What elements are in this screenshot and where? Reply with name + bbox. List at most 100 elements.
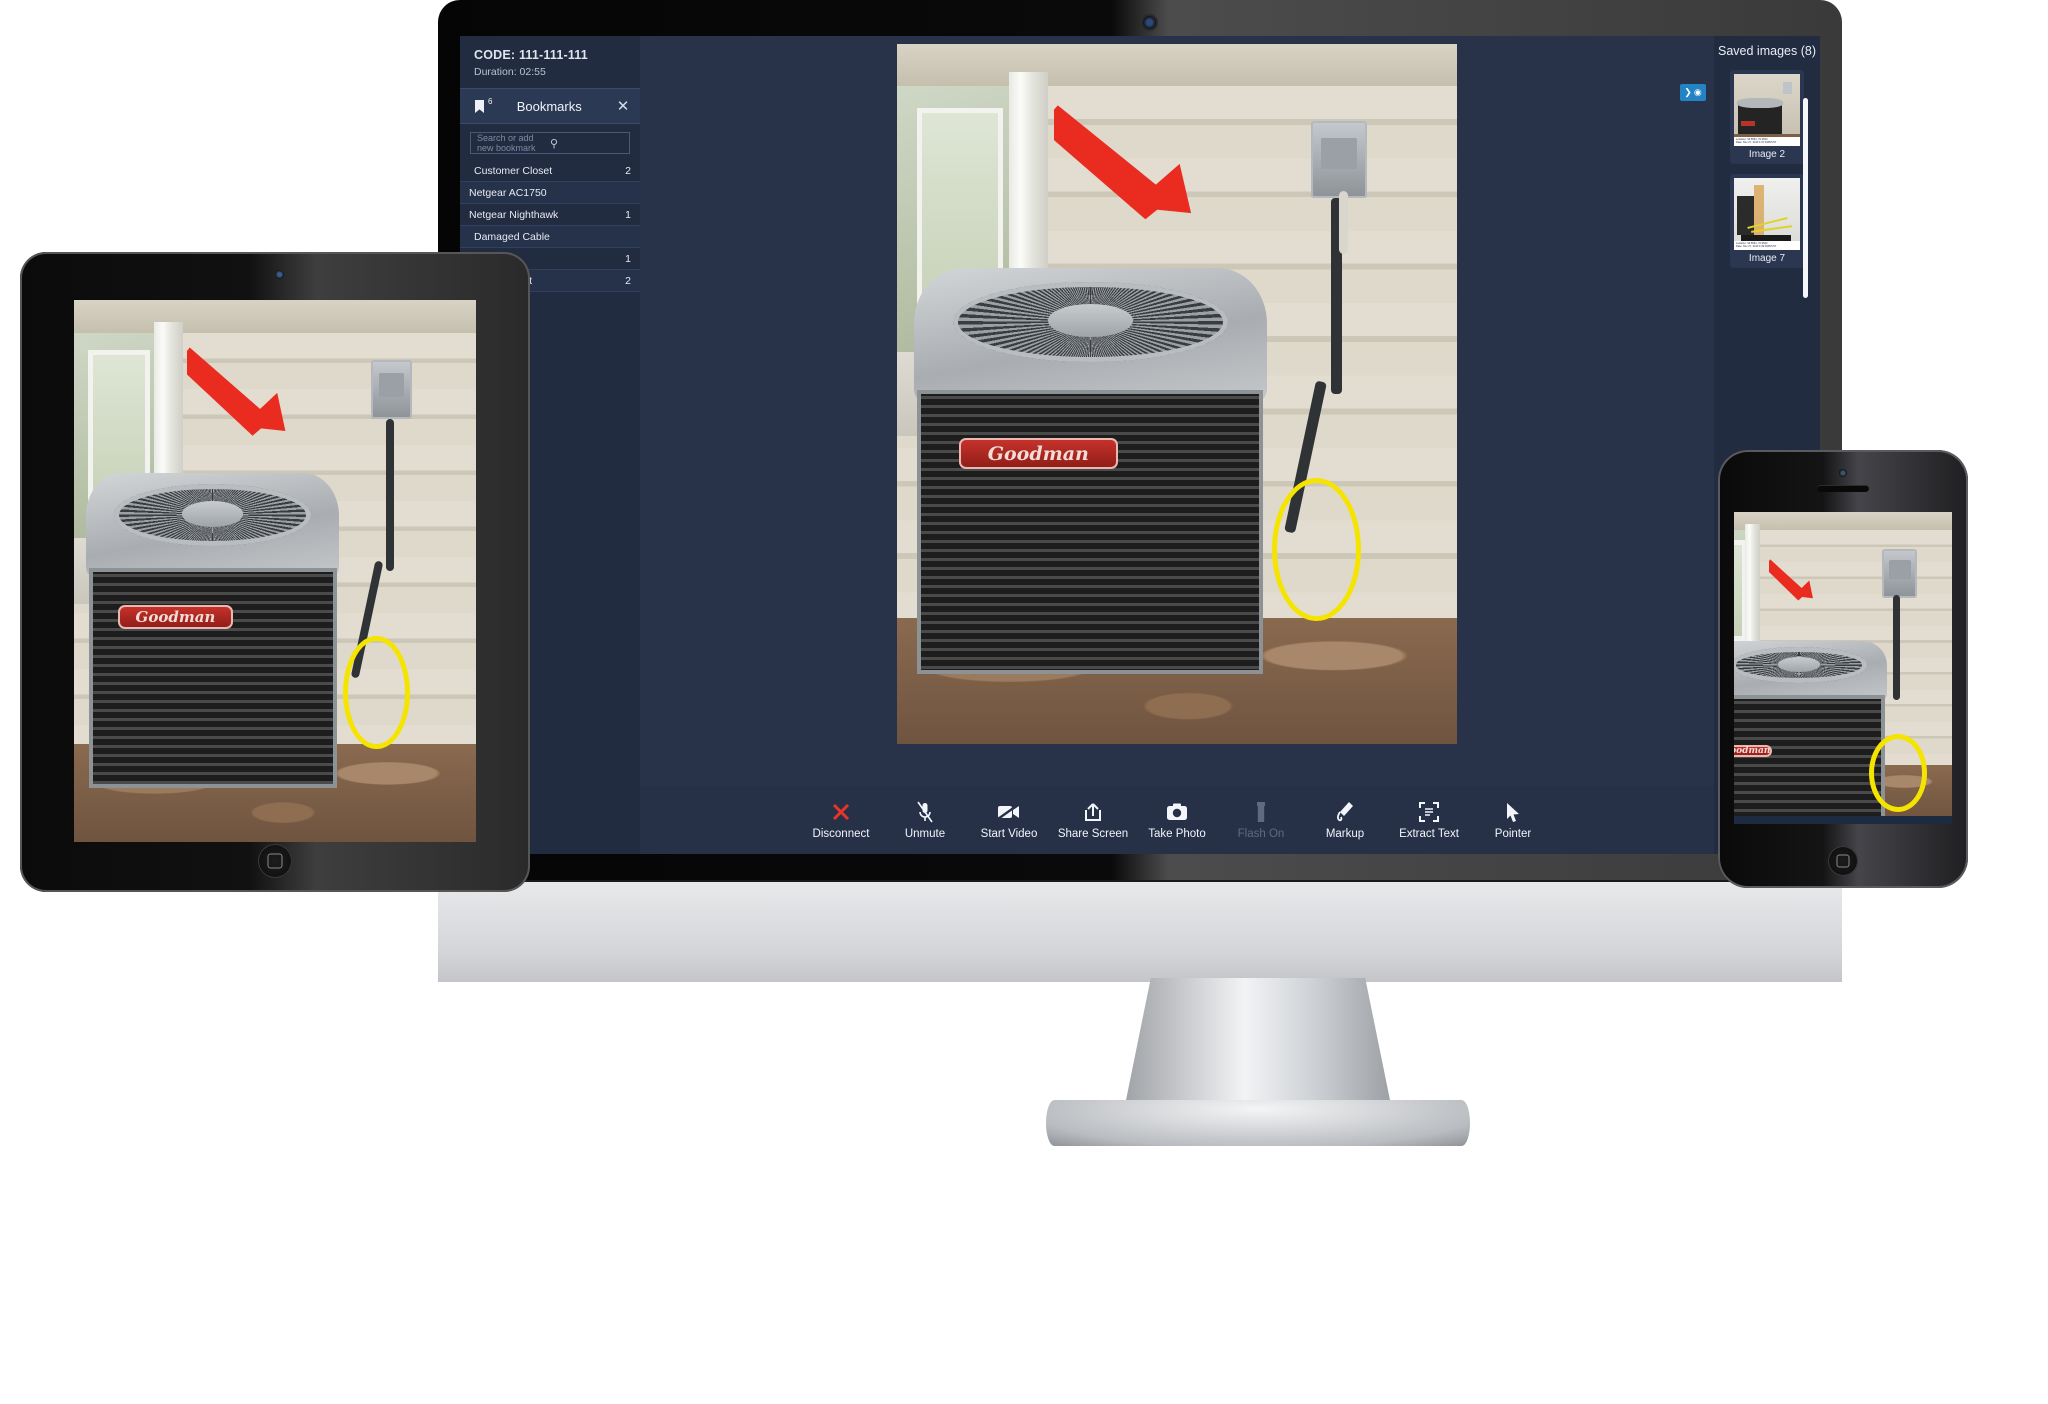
thumbnail-caption: Location: 33.5564, 72.3543 Date: Nov 27,…: [1734, 136, 1800, 146]
bookmarks-header: 6 Bookmarks ✕: [460, 88, 640, 124]
fan-hub: [1778, 657, 1821, 672]
yellow-ellipse-annotation: [343, 636, 410, 749]
conduit: [385, 419, 394, 571]
markup-button[interactable]: Markup: [1303, 801, 1387, 840]
tablet-home-button[interactable]: [258, 844, 292, 878]
phone-home-button[interactable]: [1828, 846, 1858, 876]
bookmark-count: 1: [625, 208, 631, 221]
shared-photo[interactable]: Goodman: [897, 44, 1457, 744]
shared-photo[interactable]: Goodman: [1734, 512, 1952, 820]
list-item[interactable]: Damaged Cable: [460, 226, 640, 248]
caption-date: Date: Nov 27, 2019 1:07:34PM IST: [1736, 141, 1777, 145]
monitor-screen: CODE: 111-111-111 Duration: 02:55 6 Book…: [460, 36, 1820, 854]
conduit: [1893, 595, 1900, 700]
fan-hub: [182, 501, 244, 527]
bookmark-label: Netgear AC1750: [469, 186, 547, 199]
webcam-icon: [1142, 16, 1156, 29]
take-photo-label: Take Photo: [1148, 827, 1206, 840]
extract-text-label: Extract Text: [1399, 827, 1459, 840]
thumbnail-image: Location: 33.5564, 72.3543 Date: Nov 27,…: [1734, 177, 1800, 250]
monitor-stand-base: [1046, 1100, 1470, 1146]
soffit: [74, 300, 476, 333]
close-icon[interactable]: ✕: [606, 97, 640, 115]
electrical-disconnect-box: [1311, 121, 1368, 198]
mic-muted-icon: [915, 801, 935, 823]
thumbnail-image: Location: 33.5564, 72.3543 Date: Nov 27,…: [1734, 73, 1800, 146]
panel-glyph-icon: ◉: [1693, 87, 1702, 97]
list-item[interactable]: Customer Closet 2: [460, 160, 640, 182]
list-item[interactable]: Location: 33.5564, 72.3543 Date: Nov 27,…: [1730, 173, 1804, 268]
bookmark-count: 1: [625, 252, 631, 265]
share-screen-button[interactable]: Share Screen: [1051, 801, 1135, 840]
electrical-disconnect-box: [1882, 548, 1918, 599]
saved-images-title: Saved images (8): [1718, 44, 1816, 58]
share-screen-icon: [1083, 801, 1103, 823]
start-video-button[interactable]: Start Video: [967, 801, 1051, 840]
scrollbar[interactable]: [1803, 98, 1808, 298]
caption-date: Date: Nov 27, 2019 1:09:04PM IST: [1736, 245, 1777, 249]
take-photo-button[interactable]: Take Photo: [1135, 801, 1219, 840]
disconnect-button[interactable]: Disconnect: [799, 801, 883, 840]
shared-photo[interactable]: Goodman: [74, 300, 476, 842]
thumbnail-label: Image 2: [1748, 148, 1786, 160]
soffit: [1734, 512, 1952, 531]
list-item[interactable]: Location: 33.5564, 72.3543 Date: Nov 27,…: [1730, 69, 1804, 164]
video-off-icon: [997, 801, 1021, 823]
phone-bottom-strip: [1734, 816, 1952, 824]
red-arrow-annotation: [186, 347, 285, 436]
list-item[interactable]: Netgear AC1750: [460, 182, 640, 204]
bookmarks-title: Bookmarks: [516, 98, 582, 114]
bookmark-icon: 6: [474, 97, 492, 114]
bookmark-count: 2: [625, 274, 631, 287]
tablet-camera-icon: [275, 270, 284, 279]
flash-label: Flash On: [1237, 827, 1285, 840]
thumbnail-label: Image 7: [1748, 252, 1786, 264]
session-info: CODE: 111-111-111 Duration: 02:55: [460, 36, 640, 88]
red-arrow-annotation: [1768, 559, 1813, 601]
camera-icon: [1166, 801, 1188, 823]
search-icon[interactable]: ⚲: [550, 137, 623, 150]
unmute-button[interactable]: Unmute: [883, 801, 967, 840]
brand-badge: Goodman: [118, 605, 233, 630]
flash-toggle-button[interactable]: Flash On: [1219, 801, 1303, 840]
share-screen-label: Share Screen: [1057, 827, 1129, 840]
extract-text-button[interactable]: Extract Text: [1387, 801, 1471, 840]
collapse-panel-icon[interactable]: ❯ ◉: [1680, 84, 1706, 101]
markup-label: Markup: [1325, 827, 1365, 840]
app-window: CODE: 111-111-111 Duration: 02:55 6 Book…: [460, 36, 1820, 854]
yellow-ellipse-annotation: [1869, 733, 1928, 812]
refrigerant-pipe: [1339, 191, 1349, 254]
bookmark-search-input[interactable]: Search or add new bookmark ⚲: [470, 132, 630, 154]
unmute-label: Unmute: [904, 827, 946, 840]
composite-device-mockup: CODE: 111-111-111 Duration: 02:55 6 Book…: [0, 0, 2048, 1404]
bookmark-search-placeholder: Search or add new bookmark: [477, 133, 536, 153]
session-duration: Duration: 02:55: [474, 66, 546, 78]
unit-coil-body: Goodman: [1734, 694, 1885, 820]
unit-top: [1734, 641, 1887, 703]
tablet-screen[interactable]: Goodman: [74, 300, 476, 842]
tablet-device: Goodman: [20, 252, 530, 892]
unit-top: [86, 473, 340, 581]
bookmark-label: Netgear Nighthawk: [469, 208, 559, 221]
monitor-stand-neck: [1124, 978, 1392, 1110]
yellow-ellipse-annotation: [1272, 478, 1361, 621]
bookmark-count: 2: [625, 164, 631, 177]
pointer-button[interactable]: Pointer: [1471, 801, 1555, 840]
list-item[interactable]: Netgear Nighthawk 1: [460, 204, 640, 226]
disconnect-x-icon: [831, 801, 851, 823]
ac-condenser-unit: Goodman: [86, 473, 340, 788]
thumbnail-caption: Location: 33.5564, 72.3543 Date: Nov 27,…: [1734, 240, 1800, 250]
bookmark-label: Customer Closet: [474, 164, 553, 177]
stage-photo-area: Goodman ❯ ◉: [640, 36, 1714, 786]
ac-condenser-unit: Goodman: [913, 268, 1267, 674]
cursor-arrow-icon: [1505, 801, 1521, 823]
session-toolbar: Disconnect Unmute Start Video Share Scre…: [640, 786, 1714, 854]
video-stage: Goodman ❯ ◉ Disconnect Unmute Start Vide…: [640, 36, 1714, 854]
session-code: CODE: 111-111-111: [474, 48, 588, 62]
phone-screen[interactable]: Goodman: [1734, 512, 1952, 820]
start-video-label: Start Video: [980, 827, 1038, 840]
flashlight-icon: [1254, 801, 1268, 823]
ac-condenser-unit: Goodman: [1734, 641, 1887, 820]
electrical-disconnect-box: [371, 359, 412, 420]
unit-coil-body: Goodman: [917, 389, 1264, 674]
